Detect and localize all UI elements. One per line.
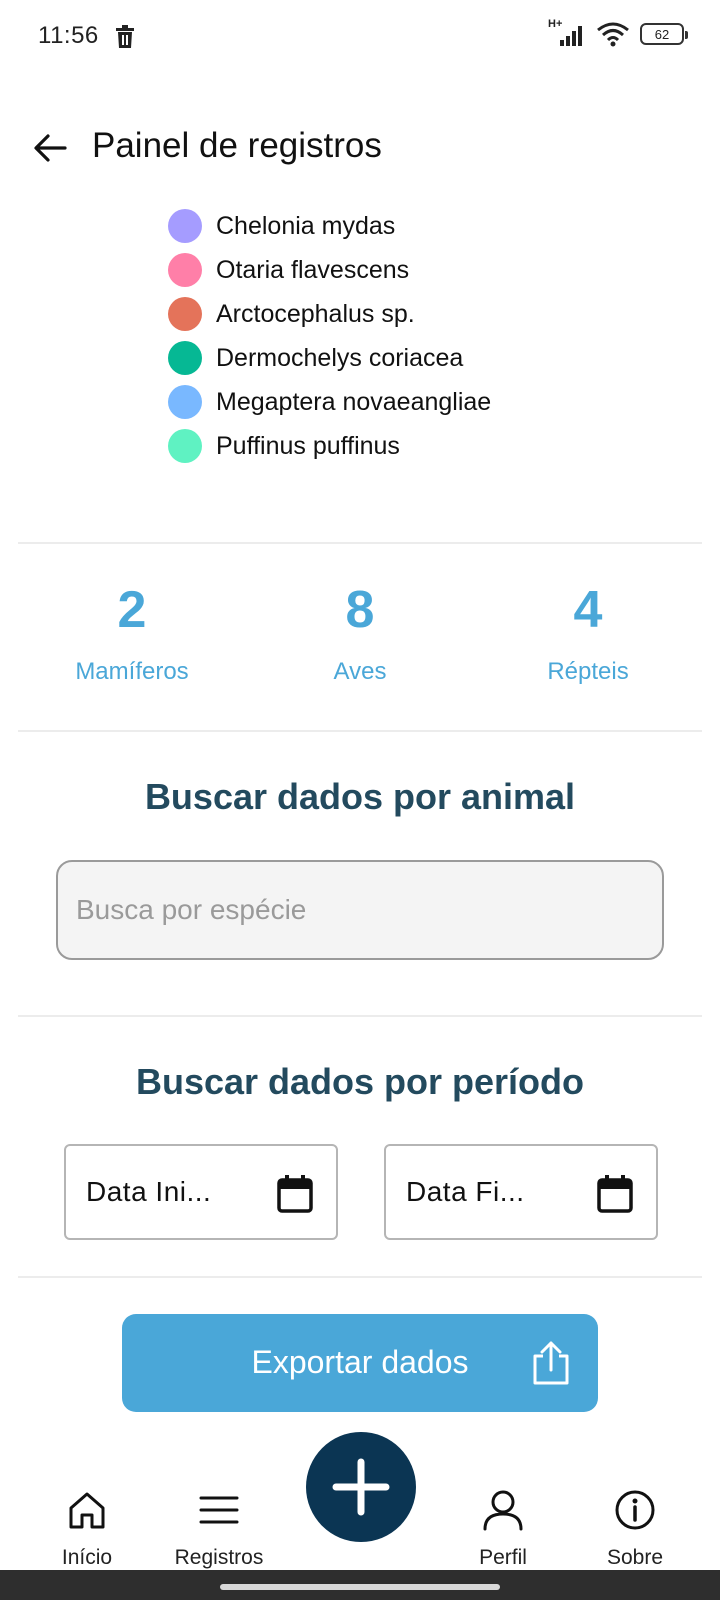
nav-label: Início <box>61 1546 113 1569</box>
species-search-input[interactable] <box>58 862 662 958</box>
nav-about[interactable]: Sobre <box>570 1488 700 1570</box>
species-legend: Chelonia mydas Otaria flavescens Arctoce… <box>168 204 491 468</box>
legend-label: Arctocephalus sp. <box>216 299 415 328</box>
species-search-box <box>56 860 664 960</box>
end-date-label: Data Fi... <box>406 1176 525 1207</box>
calendar-icon <box>277 1175 313 1213</box>
nav-profile[interactable]: Perfil <box>438 1488 568 1570</box>
network-type: H+ <box>548 18 563 30</box>
divider <box>18 542 702 544</box>
status-bar: 11:56 H+ 62 <box>0 0 720 72</box>
stat-label: Aves <box>333 658 387 685</box>
stat-label: Répteis <box>547 658 629 685</box>
add-record-button[interactable] <box>306 1432 416 1542</box>
home-icon <box>69 1492 105 1529</box>
stat-mammals: 2 Mamíferos <box>22 580 242 686</box>
calendar-icon <box>597 1175 633 1213</box>
stat-label: Mamíferos <box>75 658 189 685</box>
legend-item: Puffinus puffinus <box>168 424 491 468</box>
divider <box>18 1015 702 1017</box>
legend-color-dot <box>168 341 202 375</box>
home-gesture-pill[interactable] <box>220 1584 500 1590</box>
battery-level: 62 <box>654 26 670 42</box>
menu-icon <box>199 1496 239 1524</box>
trash-icon <box>116 25 134 48</box>
status-time: 11:56 <box>38 22 99 49</box>
legend-item: Arctocephalus sp. <box>168 292 491 336</box>
stat-reptiles: 4 Répteis <box>478 580 698 686</box>
stat-value: 4 <box>573 581 603 639</box>
system-nav-bar <box>0 1570 720 1600</box>
nav-records[interactable]: Registros <box>154 1488 284 1570</box>
app-screen: 11:56 H+ 62 Painel de registros Chelonia… <box>0 0 720 1600</box>
wifi-icon <box>597 22 629 47</box>
legend-item: Otaria flavescens <box>168 248 491 292</box>
nav-home[interactable]: Início <box>22 1488 152 1570</box>
battery-icon: 62 <box>640 23 688 45</box>
search-period-title: Buscar dados por período <box>135 1061 585 1102</box>
back-button[interactable] <box>30 128 70 168</box>
end-date-field[interactable]: Data Fi... <box>384 1144 658 1240</box>
legend-color-dot <box>168 253 202 287</box>
nav-label: Perfil <box>479 1546 527 1569</box>
divider <box>18 730 702 732</box>
legend-item: Chelonia mydas <box>168 204 491 248</box>
legend-color-dot <box>168 209 202 243</box>
stats-summary: 2 Mamíferos 8 Aves 4 Répteis <box>0 580 720 700</box>
legend-item: Dermochelys coriacea <box>168 336 491 380</box>
arrow-left-icon <box>34 134 67 162</box>
divider <box>18 1276 702 1278</box>
legend-label: Puffinus puffinus <box>216 431 400 460</box>
legend-label: Otaria flavescens <box>216 255 410 284</box>
export-data-button[interactable]: Exportar dados <box>122 1314 598 1412</box>
stat-birds: 8 Aves <box>250 580 470 686</box>
legend-label: Megaptera novaeangliae <box>216 387 492 416</box>
start-date-field[interactable]: Data Ini... <box>64 1144 338 1240</box>
search-animal-title: Buscar dados por animal <box>144 776 576 817</box>
info-icon <box>615 1490 655 1530</box>
legend-color-dot <box>168 429 202 463</box>
page-title: Painel de registros <box>92 126 382 165</box>
start-date-label: Data Ini... <box>86 1176 212 1207</box>
nav-label: Sobre <box>606 1546 664 1569</box>
user-icon <box>483 1490 523 1531</box>
stat-value: 2 <box>117 581 147 639</box>
signal-icon: H+ <box>548 18 588 48</box>
legend-label: Dermochelys coriacea <box>216 343 464 372</box>
legend-item: Megaptera novaeangliae <box>168 380 491 424</box>
legend-label: Chelonia mydas <box>216 211 396 240</box>
legend-color-dot <box>168 297 202 331</box>
app-header: Painel de registros <box>0 112 720 182</box>
stat-value: 8 <box>345 581 375 639</box>
export-label: Exportar dados <box>251 1344 469 1380</box>
status-icons: H+ 62 <box>548 18 688 48</box>
share-icon <box>533 1341 569 1385</box>
plus-icon <box>332 1458 390 1516</box>
nav-label: Registros <box>174 1546 264 1569</box>
legend-color-dot <box>168 385 202 419</box>
